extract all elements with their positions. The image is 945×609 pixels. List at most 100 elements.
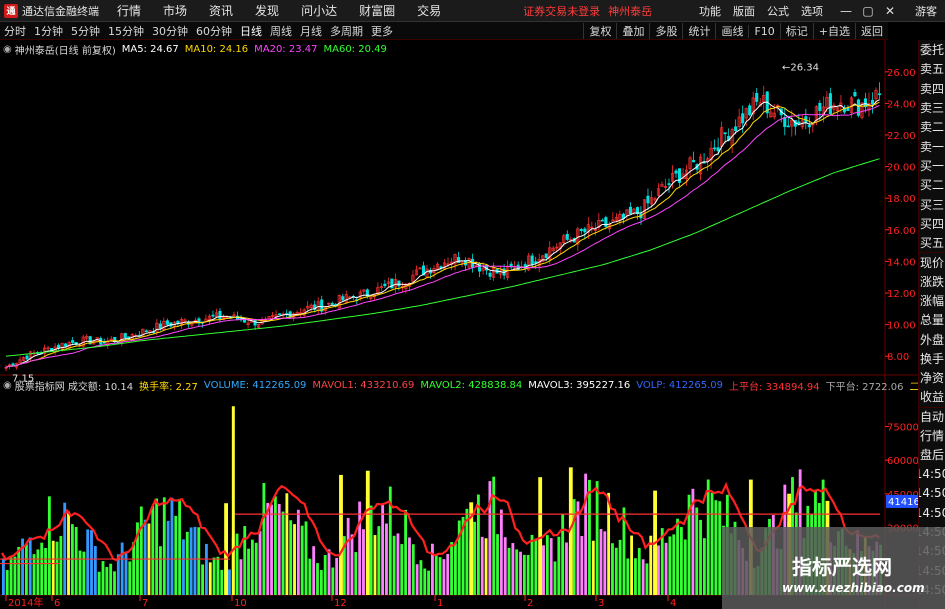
stock-chart[interactable]: 8.00 10.00 12.00 14.00 16.00 18.00 20.00 22.00 2… xyxy=(0,40,918,609)
volume-bar xyxy=(262,483,266,595)
maximize-icon[interactable]: ▢ xyxy=(857,0,879,22)
overlay-button[interactable]: 叠加 xyxy=(616,23,649,39)
side-panel-item[interactable]: 卖二 xyxy=(919,117,945,136)
menu-item-discover[interactable]: 发现 xyxy=(255,2,279,19)
volume-bar xyxy=(293,524,296,595)
menu-item-trade[interactable]: 交易 xyxy=(417,2,441,19)
volume-signal-bar xyxy=(339,474,343,595)
side-panel-item[interactable]: 买三 xyxy=(919,194,945,213)
price-tick-label: 22.00 xyxy=(887,131,916,142)
side-panel-item[interactable]: 14:50 xyxy=(919,484,945,503)
stats-button[interactable]: 统计 xyxy=(682,23,715,39)
mark-button[interactable]: 标记 xyxy=(779,23,813,39)
side-panel-item[interactable]: 委托 xyxy=(919,40,945,59)
menu-item-options[interactable]: 选项 xyxy=(801,3,823,19)
side-panel-item[interactable]: 买五 xyxy=(919,233,945,252)
add-watchlist-button[interactable]: +自选 xyxy=(812,23,855,39)
volume-bar xyxy=(109,563,113,595)
menu-item-function[interactable]: 功能 xyxy=(699,3,721,19)
volume-bar xyxy=(296,509,300,595)
side-panel-item[interactable]: 收益 xyxy=(919,387,945,406)
side-panel-item[interactable]: 买二 xyxy=(919,175,945,194)
side-panel-item[interactable]: 总量 xyxy=(919,310,945,329)
back-button[interactable]: 返回 xyxy=(855,23,888,39)
current-stock-name: 神州泰岳 xyxy=(608,4,653,18)
chart-annotations: ←26.347.15 xyxy=(12,62,819,384)
side-panel-item[interactable]: 净资 xyxy=(919,368,945,387)
volume-bar xyxy=(113,571,116,595)
volume-bar xyxy=(51,540,55,595)
volume-bar xyxy=(404,509,408,595)
side-panel-item[interactable]: 卖一 xyxy=(919,136,945,155)
guest-user[interactable]: 游客 xyxy=(915,3,937,19)
side-panel-item[interactable]: 买四 xyxy=(919,214,945,233)
side-panel-item[interactable]: 涨跌 xyxy=(919,272,945,291)
period-tab[interactable]: 30分钟 xyxy=(148,23,192,39)
side-panel-item[interactable]: 自动 xyxy=(919,406,945,426)
legend-icon[interactable]: ◉ xyxy=(3,380,12,391)
volume-bar xyxy=(300,525,304,595)
side-panel-item[interactable]: 现价 xyxy=(919,252,945,271)
period-tab[interactable]: 周线 xyxy=(266,23,296,39)
period-tab-daily[interactable]: 日线 xyxy=(236,23,266,39)
side-panel-item[interactable]: 买一 xyxy=(919,156,945,175)
volume-bar xyxy=(24,544,28,595)
period-tab[interactable]: 5分钟 xyxy=(67,23,104,39)
period-tab[interactable]: 分时 xyxy=(0,23,30,39)
volume-bar xyxy=(442,559,446,595)
volume-bar xyxy=(511,543,515,595)
side-panel-item[interactable]: 换手 xyxy=(919,349,945,368)
price-tick-label: 24.00 xyxy=(887,99,916,110)
price-tick-label: 8.00 xyxy=(887,352,909,363)
period-tab[interactable]: 1分钟 xyxy=(30,23,67,39)
volume-bar xyxy=(557,536,561,595)
side-panel-item[interactable]: 14:50 xyxy=(919,503,945,522)
candle-body xyxy=(488,272,492,277)
side-panel-item[interactable]: 行情 xyxy=(919,426,945,445)
draw-line-button[interactable]: 画线 xyxy=(715,23,748,39)
period-tab[interactable]: 多周期 xyxy=(326,23,367,39)
volume-bar xyxy=(480,536,484,595)
menu-item-markets[interactable]: 市场 xyxy=(163,2,187,19)
menu-item-market[interactable]: 行情 xyxy=(117,2,141,19)
side-panel-item[interactable]: 涨幅 xyxy=(919,291,945,310)
volume-bar xyxy=(247,548,250,595)
legend-ma60: MA60: 20.49 xyxy=(323,43,387,55)
side-panel-item[interactable]: 卖五 xyxy=(919,59,945,78)
time-tick-label: 3 xyxy=(598,598,604,609)
candle-body xyxy=(723,132,727,135)
candle-body xyxy=(330,303,334,305)
side-panel-item[interactable]: 卖三 xyxy=(919,98,945,117)
menu-item-ask[interactable]: 问小达 xyxy=(301,2,337,19)
legend-icon[interactable]: ◉ xyxy=(3,44,12,55)
menu-item-news[interactable]: 资讯 xyxy=(209,2,233,19)
side-panel-item[interactable]: 盘后 xyxy=(919,445,945,464)
volume-bar xyxy=(273,496,277,595)
candle-body xyxy=(667,183,671,185)
period-tab[interactable]: 15分钟 xyxy=(104,23,148,39)
close-icon[interactable]: ✕ xyxy=(879,0,901,22)
side-panel-item[interactable]: 卖四 xyxy=(919,79,945,98)
side-panel-item[interactable]: 外盘 xyxy=(919,329,945,348)
candle-body xyxy=(877,93,882,96)
volume-bar xyxy=(588,479,591,595)
menu-item-wealth[interactable]: 财富圈 xyxy=(359,2,395,19)
volume-bar xyxy=(499,509,503,595)
trade-login-notice[interactable]: 证券交易未登录 xyxy=(523,3,600,19)
period-tab-more[interactable]: 更多 xyxy=(367,23,397,39)
time-tick-label: 4 xyxy=(670,598,676,609)
f10-button[interactable]: F10 xyxy=(748,24,779,38)
side-panel-item[interactable]: 14:50 xyxy=(919,465,945,484)
period-tab[interactable]: 60分钟 xyxy=(192,23,236,39)
menu-item-formula[interactable]: 公式 xyxy=(767,3,789,19)
minimize-icon[interactable]: — xyxy=(835,0,857,22)
multi-stock-button[interactable]: 多股 xyxy=(649,23,682,39)
period-tab[interactable]: 月线 xyxy=(296,23,326,39)
adjust-button[interactable]: 复权 xyxy=(583,23,616,39)
watermark-title: 指标严选网 xyxy=(792,555,892,579)
volume-bar xyxy=(695,507,699,595)
volume-bar xyxy=(542,545,545,595)
candle-body xyxy=(211,314,215,317)
candle-body xyxy=(674,170,678,174)
menu-item-layout[interactable]: 版面 xyxy=(733,3,755,19)
